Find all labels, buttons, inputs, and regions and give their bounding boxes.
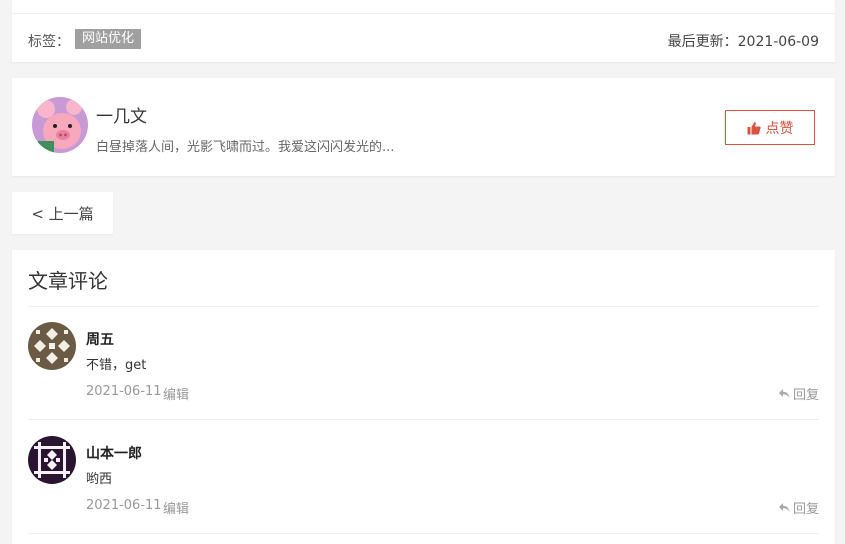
- article-meta-card: 标签： 网站优化 最后更新：2021-06-09: [12, 0, 835, 62]
- prev-post-label: < 上一篇: [31, 204, 94, 223]
- edit-link[interactable]: 编辑: [163, 498, 189, 517]
- author-card: 一几文 白昼掉落人间，光影飞啸而过。我爱这闪闪发光的... 点赞: [12, 78, 835, 176]
- tag-chip[interactable]: 网站优化: [75, 29, 142, 49]
- author-bio: 白昼掉落人间，光影飞啸而过。我爱这闪闪发光的...: [96, 140, 395, 155]
- commenter-name[interactable]: 山本一郎: [86, 443, 142, 463]
- comment-text: 不错，get: [86, 358, 147, 373]
- comment-text: 哟西: [86, 472, 113, 487]
- reply-arrow-icon: [778, 389, 790, 398]
- commenter-avatar[interactable]: [28, 322, 76, 370]
- like-label: 点赞: [765, 120, 794, 137]
- comment-item: 周五 不错，get 2021-06-11 编辑 回复: [28, 306, 819, 420]
- last-updated-text: 最后更新：2021-06-09: [667, 34, 819, 50]
- comments-section: 文章评论 周五 不错，get 2021-06-11 编辑 回复 山本一郎 哟西 …: [12, 250, 835, 544]
- reply-arrow-icon: [778, 503, 790, 512]
- comment-date: 2021-06-11: [86, 384, 162, 399]
- reply-button[interactable]: 回复: [778, 498, 819, 517]
- author-name[interactable]: 一几文: [96, 102, 147, 127]
- reply-label: 回复: [792, 388, 819, 403]
- like-button[interactable]: 点赞: [725, 110, 815, 145]
- divider: [12, 13, 835, 14]
- commenter-avatar[interactable]: [28, 436, 76, 484]
- comment-date: 2021-06-11: [86, 498, 162, 513]
- prev-post-button[interactable]: < 上一篇: [12, 192, 113, 234]
- commenter-name[interactable]: 周五: [86, 329, 114, 349]
- reply-label: 回复: [792, 502, 819, 517]
- edit-link[interactable]: 编辑: [163, 384, 189, 403]
- comment-item: 山本一郎 哟西 2021-06-11 编辑 回复: [28, 420, 819, 534]
- thumbs-up-icon: [747, 121, 761, 135]
- author-avatar[interactable]: [32, 97, 88, 153]
- tags-label: 标签：: [28, 34, 70, 50]
- reply-button[interactable]: 回复: [778, 384, 819, 403]
- comments-title: 文章评论: [28, 269, 108, 293]
